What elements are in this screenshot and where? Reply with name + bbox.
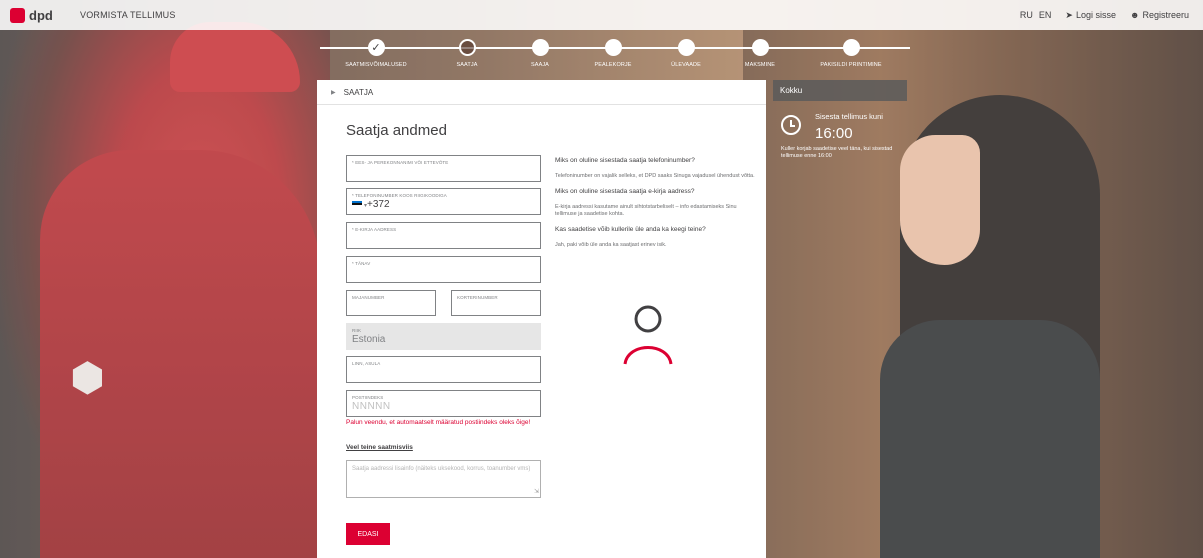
phone-field-label: * TELEFONINUMBER KOOS RIIGIKOODIGA [352,193,447,198]
step-dot-icon [604,39,622,56]
street-field[interactable]: * TÄNAV [346,256,541,283]
step-saaja: SAAJA [500,39,580,68]
help-answer: Jah, paki võib üle anda ka saatjast erin… [555,242,667,248]
step-pakisildi-printimine: PAKISILDI PRINTIMINE [811,39,891,68]
help-section: Miks on oluline sisestada saatja telefon… [555,157,755,257]
address-notes-textarea[interactable]: Saatja aadressi lisainfo (näiteks ukseko… [346,460,541,498]
country-field-label: RIIK [352,328,362,333]
step-ulevaade: ÜLEVAADE [646,39,726,68]
apartment-number-field[interactable]: KORTERINUMBER [451,290,541,316]
deadline-note: Kuller korjab saadetise veel täna, kui s… [781,146,893,159]
city-field-label: LINN, ASULA [352,361,381,366]
current-step-icon [458,39,476,56]
name-field-label: * EES- JA PEREKONNANIMI VÕI ETTEVÕTE [352,160,449,165]
postcode-error: Palun veendu, et automaatselt määratud p… [346,419,531,426]
step-label: MAKSMINE [744,62,776,68]
house-number-label: MAJANUMBER [352,295,385,300]
alternative-shipping-link[interactable]: Veel teine saatmisviis [346,444,413,451]
step-dot-icon [677,39,695,56]
email-field-label: * E-KIRJA AADRESS [352,227,397,232]
step-saatja[interactable]: SAATJA [427,39,507,68]
top-bar: dpd VORMISTA TELLIMUS RU EN ➤ Logi sisse… [0,0,1203,30]
login-label: Logi sisse [1075,10,1116,20]
email-field[interactable]: * E-KIRJA AADRESS [346,222,541,249]
progress-stepper: ✓ SAATMISVÕIMALUSED SAATJA SAAJA PEALEKO… [320,36,910,76]
step-label: SAAJA [531,62,549,68]
phone-field[interactable]: * TELEFONINUMBER KOOS RIIGIKOODIGA ▾+372 [346,188,541,215]
step-label: ÜLEVAADE [671,62,701,68]
city-field[interactable]: LINN, ASULA [346,356,541,383]
lang-en-link[interactable]: EN [1039,10,1052,20]
lang-ru-link[interactable]: RU [1020,10,1033,20]
step-label: PAKISILDI PRINTIMINE [820,62,882,68]
login-link[interactable]: ➤ Logi sisse [1065,10,1116,21]
step-label: SAATMISVÕIMALUSED [345,62,407,68]
deadline-label: Sisesta tellimus kuni [815,112,883,121]
postcode-field-label: POSTIINDEKS [352,395,384,400]
house-number-field[interactable]: MAJANUMBER [346,290,436,316]
name-field[interactable]: * EES- JA PEREKONNANIMI VÕI ETTEVÕTE [346,155,541,182]
step-saatmisvoimalused[interactable]: ✓ SAATMISVÕIMALUSED [336,39,416,68]
login-icon: ➤ [1065,9,1073,20]
user-plus-icon: ☻ [1129,10,1140,20]
person-icon [623,305,673,365]
postcode-placeholder: NNNNN [352,401,391,412]
checkmark-icon: ✓ [367,39,385,56]
page-title: VORMISTA TELLIMUS [80,10,176,20]
help-question: Miks on oluline sisestada saatja e-kirja… [555,188,695,195]
estonia-flag-icon [352,201,362,208]
step-label: SAATJA [456,62,478,68]
help-answer: Telefoninumber on vajalik selleks, et DP… [555,173,755,179]
summary-header: Kokku [773,80,907,101]
caret-right-icon: ▶ [331,89,336,96]
register-label: Registreeru [1142,10,1189,20]
dpd-logo-icon [10,7,25,23]
step-dot-icon [531,39,549,56]
brand-name: dpd [29,7,53,23]
language-switcher: RU EN [1020,10,1052,20]
step-maksmine: MAKSMINE [720,39,800,68]
sender-form-panel: ▶ SAATJA Saatja andmed * EES- JA PEREKON… [317,80,766,558]
clock-icon [781,115,801,135]
step-dot-icon [751,39,769,56]
help-answer: E-kirja aadressi kasutame ainult sihtots… [555,204,737,217]
section-label: SAATJA [343,87,374,97]
street-field-label: * TÄNAV [352,261,371,266]
help-question: Kas saadetise võib kullerile üle anda ka… [555,226,706,233]
apartment-number-label: KORTERINUMBER [457,295,498,300]
brand-logo[interactable]: dpd [0,7,70,23]
country-field: RIIK Estonia [346,323,541,350]
next-button[interactable]: EDASI [346,523,390,545]
step-pealekorje: PEALEKORJE [573,39,653,68]
section-header[interactable]: ▶ SAATJA [317,80,766,105]
notes-placeholder: Saatja aadressi lisainfo (näiteks ukseko… [352,466,531,472]
step-dot-icon [842,39,860,56]
phone-value: +372 [367,199,390,210]
deadline-time: 16:00 [815,125,853,142]
postcode-field[interactable]: POSTIINDEKS NNNNN [346,390,541,417]
step-label: PEALEKORJE [594,62,632,68]
country-value: Estonia [352,334,386,345]
form-title: Saatja andmed [346,122,447,139]
register-link[interactable]: ☻ Registreeru [1130,10,1189,20]
resize-grip-icon[interactable]: ⇲ [534,488,539,497]
help-question: Miks on oluline sisestada saatja telefon… [555,157,695,164]
